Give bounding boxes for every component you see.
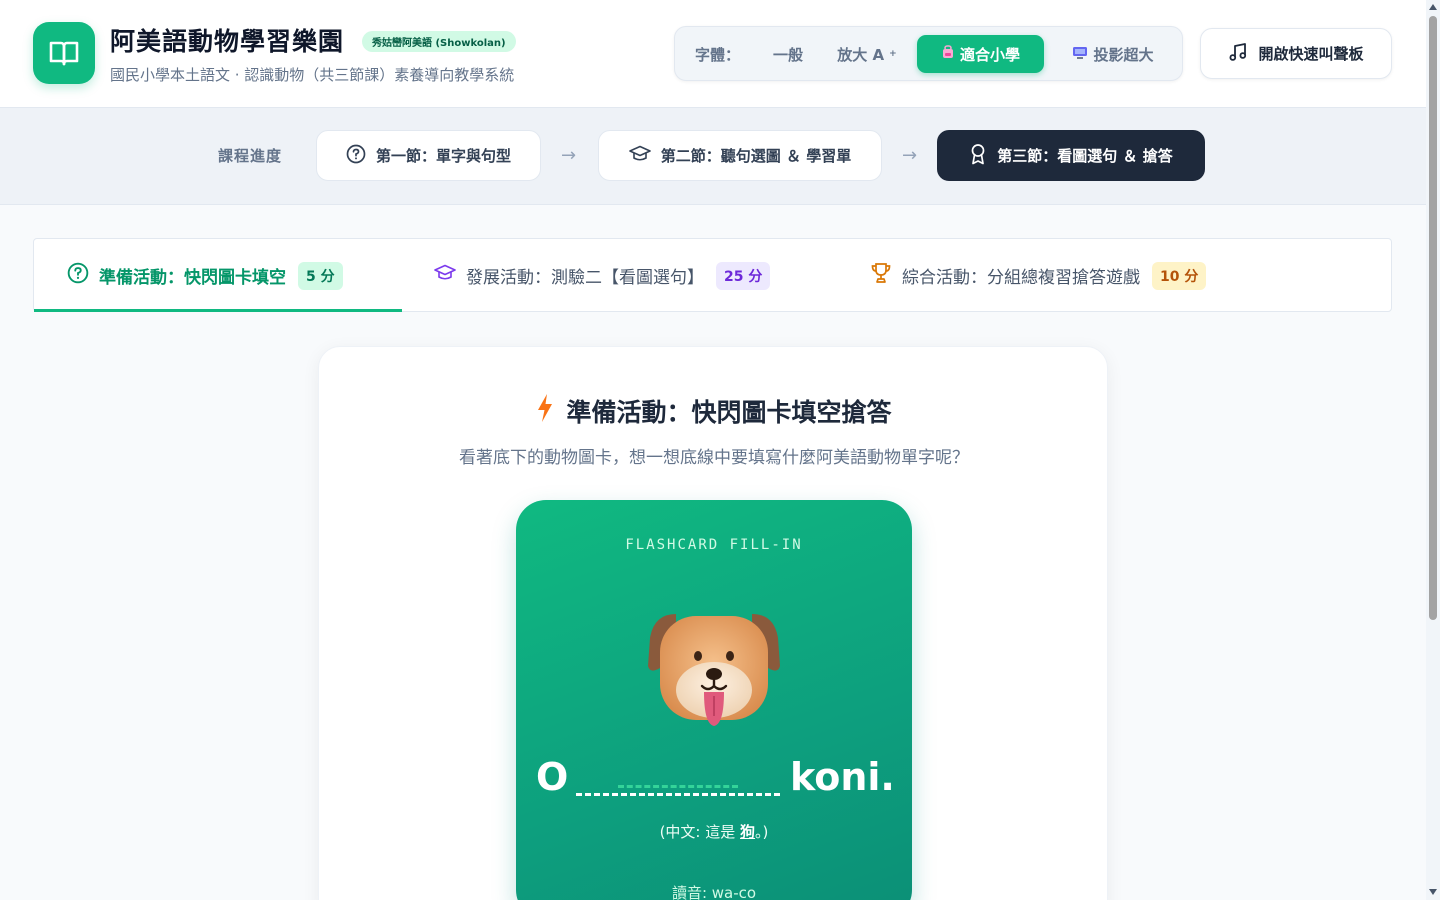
question-circle-icon [67, 262, 89, 289]
activity-tabs: 準備活動：快閃圖卡填空 5 分 發展活動：測驗二【看圖選句】 25 分 綜合活動… [33, 238, 1392, 312]
flashcard[interactable]: FLASHCARD FILL-IN O koni. (中文: 這是 狗。) 讀音… [516, 500, 912, 900]
course-progress: 課程進度 第一節：單字與句型 → 第二節：聽句選圖 ＆ 學習單 → 第三節：看圖… [0, 108, 1426, 205]
card-description: 看著底下的動物圖卡，想一想底線中要填寫什麼阿美語動物單字呢？ [459, 448, 969, 468]
scrollbar-thumb[interactable] [1429, 16, 1437, 620]
font-size-normal-button[interactable]: 一般 [757, 35, 819, 73]
font-size-elementary-button[interactable]: 適合小學 [917, 35, 1044, 73]
award-icon [969, 143, 987, 169]
app-title: 阿美語動物學習樂園 [110, 27, 345, 56]
points-badge: 10 分 [1152, 261, 1207, 290]
sentence-after: koni. [790, 755, 895, 799]
progress-label: 課程進度 [218, 147, 283, 165]
app-header: 阿美語動物學習樂園 秀姑巒阿美語 (Showkolan) 國民小學本土語文 · … [0, 0, 1426, 108]
arrow-right-icon: → [902, 145, 918, 166]
tab-development-activity[interactable]: 發展活動：測驗二【看圖選句】 25 分 [434, 239, 771, 312]
tv-icon [1072, 45, 1088, 63]
chinese-answer-word: 狗 [740, 823, 756, 841]
flashcard-kicker: FLASHCARD FILL-IN [625, 537, 803, 553]
step-lesson-1[interactable]: 第一節：單字與句型 [316, 130, 541, 181]
answer-blank[interactable] [576, 785, 780, 796]
music-note-icon [1228, 42, 1248, 66]
points-badge: 5 分 [298, 261, 343, 290]
trophy-icon [870, 262, 892, 289]
soundboard-label: 開啟快速叫聲板 [1258, 45, 1364, 63]
chinese-translation: (中文: 這是 狗。) [659, 823, 769, 841]
dog-face-icon [646, 608, 782, 734]
font-size-projection-button[interactable]: 投影超大 [1057, 35, 1169, 73]
font-size-large-button[interactable]: 放大 A + [831, 35, 903, 73]
phonetic-hint: 讀音: wa-co [671, 884, 757, 900]
graduation-cap-icon [434, 264, 456, 287]
language-badge: 秀姑巒阿美語 (Showkolan) [362, 31, 516, 52]
lightning-icon [536, 393, 554, 429]
open-soundboard-button[interactable]: 開啟快速叫聲板 [1200, 28, 1392, 79]
question-circle-icon [346, 144, 366, 168]
tab-warmup-activity[interactable]: 準備活動：快閃圖卡填空 5 分 [67, 239, 343, 312]
step-lesson-3[interactable]: 第三節：看圖選句 ＆ 搶答 [937, 130, 1205, 181]
activity-card: 準備活動：快閃圖卡填空搶答 看著底下的動物圖卡，想一想底線中要填寫什麼阿美語動物… [318, 346, 1108, 900]
page-scrollbar[interactable] [1426, 0, 1440, 900]
font-size-switcher: 字體： 一般 放大 A + 適合小學 投影超大 [674, 26, 1183, 81]
tab-review-activity[interactable]: 綜合活動：分組總複習搶答遊戲 10 分 [870, 239, 1207, 312]
step-lesson-2[interactable]: 第二節：聽句選圖 ＆ 學習單 [598, 130, 882, 181]
arrow-right-icon: → [561, 145, 577, 166]
plus-superscript-icon: + [889, 49, 897, 59]
app-subtitle: 國民小學本土語文 · 認識動物（共三節課）素養導向教學系統 [110, 66, 515, 84]
scroll-up-arrow-icon[interactable] [1429, 4, 1437, 10]
graduation-cap-icon [628, 145, 651, 167]
card-title: 準備活動：快閃圖卡填空搶答 [319, 393, 1109, 429]
points-badge: 25 分 [716, 261, 771, 290]
font-size-label: 字體： [695, 46, 741, 64]
sentence-before: O [536, 755, 569, 799]
book-icon [33, 22, 95, 84]
active-tab-indicator [34, 309, 402, 312]
fill-in-sentence: O koni. [516, 755, 912, 811]
scroll-down-arrow-icon[interactable] [1429, 889, 1437, 895]
backpack-icon [941, 45, 955, 63]
